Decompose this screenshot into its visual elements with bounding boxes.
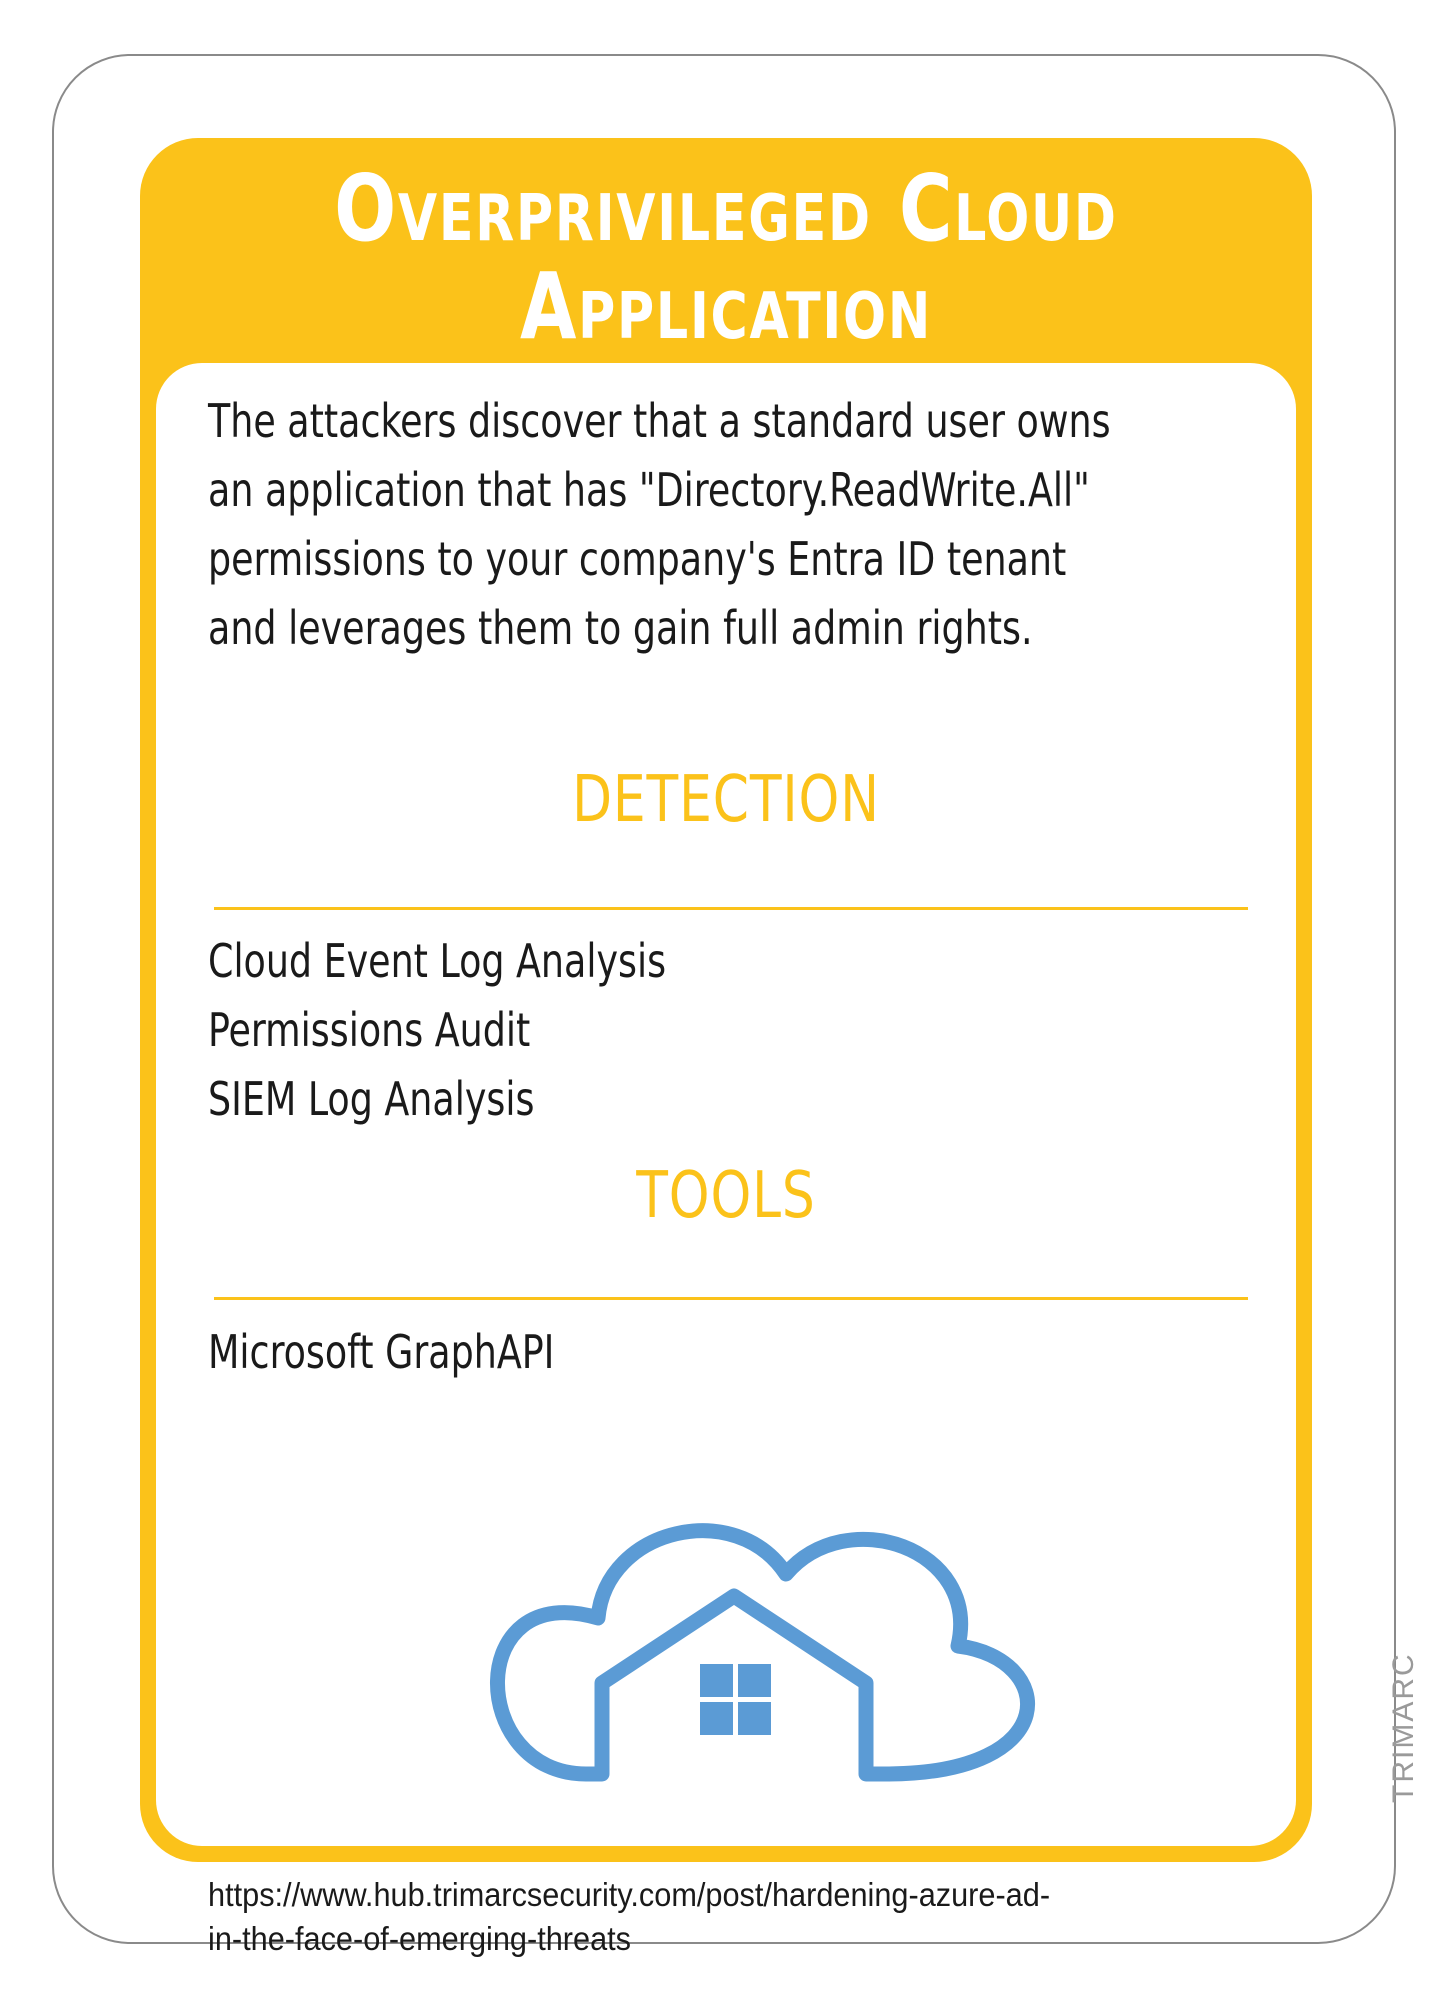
detection-item: SIEM Log Analysis: [208, 1072, 535, 1126]
card-frame: Overprivileged Cloud Application The att…: [140, 138, 1420, 1957]
card-title: Overprivileged Cloud Application: [334, 155, 1118, 360]
card-body: The attackers discover that a standard u…: [156, 363, 1296, 1957]
tools-list: Microsoft GraphAPI: [208, 1318, 602, 1387]
tools-divider: [214, 1297, 1248, 1300]
detection-item: Cloud Event Log Analysis: [208, 934, 667, 988]
detection-divider: [214, 907, 1248, 910]
tools-heading: TOOLS: [636, 1159, 816, 1233]
card-description: The attackers discover that a standard u…: [208, 394, 1111, 655]
cloud-house-icon: [490, 1523, 1036, 1782]
detection-heading: DETECTION: [572, 763, 880, 837]
cloud-house-outline: [490, 1523, 1036, 1782]
detection-item: Permissions Audit: [208, 1003, 531, 1057]
reference-link[interactable]: https://www.hub.trimarcsecurity.com/post…: [208, 1873, 1194, 1961]
tools-item: Microsoft GraphAPI: [208, 1325, 555, 1379]
detection-list: Cloud Event Log Analysis Permissions Aud…: [208, 927, 729, 1134]
window-icon: [700, 1664, 771, 1735]
